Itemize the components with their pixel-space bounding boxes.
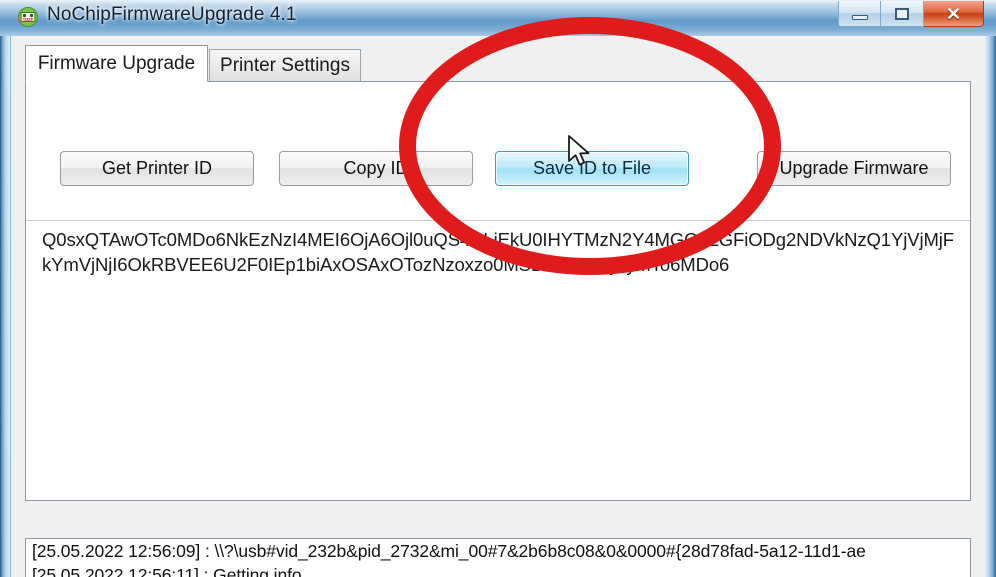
screenshot-root: NoChipFirmwareUpgrade 4.1 ✕ Firmware Upg <box>0 0 996 577</box>
maximize-button[interactable] <box>881 1 924 27</box>
close-button[interactable]: ✕ <box>924 1 984 27</box>
get-printer-id-label: Get Printer ID <box>101 158 213 178</box>
minimize-icon <box>851 14 868 20</box>
tab-printer-settings-label: Printer Settings <box>220 55 350 76</box>
printer-id-text[interactable]: Q0sxQTAwOTc0MDo6NkEzNzI4MEI6OjA6Ojl0uQS4… <box>42 227 954 277</box>
upgrade-firmware-button[interactable]: Upgrade Firmware <box>757 151 951 186</box>
upgrade-firmware-label: Upgrade Firmware <box>779 158 929 178</box>
copy-id-button[interactable]: Copy ID <box>279 151 473 186</box>
copy-id-label: Copy ID <box>343 158 409 178</box>
save-id-to-file-label: Save ID to File <box>532 158 652 178</box>
maximize-icon <box>895 7 909 20</box>
window-border-left <box>0 0 10 577</box>
tab-printer-settings[interactable]: Printer Settings <box>209 49 361 82</box>
save-id-to-file-button[interactable]: Save ID to File <box>495 151 689 186</box>
log-list[interactable]: [25.05.2022 12:56:09] : \\?\usb#vid_232b… <box>25 538 971 577</box>
client-area: Firmware Upgrade Printer Settings Get Pr… <box>10 36 984 577</box>
active-tab-mask <box>26 81 207 82</box>
minimize-button[interactable] <box>838 1 881 27</box>
tab-firmware-upgrade-label: Firmware Upgrade <box>37 52 196 74</box>
tab-strip: Firmware Upgrade Printer Settings <box>25 45 971 82</box>
window-title: NoChipFirmwareUpgrade 4.1 <box>47 4 297 25</box>
caption-button-group: ✕ <box>838 1 984 28</box>
close-icon: ✕ <box>945 3 962 24</box>
window-frame: NoChipFirmwareUpgrade 4.1 ✕ Firmware Upg <box>0 0 996 577</box>
get-printer-id-button[interactable]: Get Printer ID <box>60 151 254 186</box>
window-border-right <box>984 0 996 577</box>
title-bar[interactable]: NoChipFirmwareUpgrade 4.1 ✕ <box>0 0 996 36</box>
printer-chip-icon <box>18 7 38 27</box>
id-section-divider <box>26 220 970 221</box>
log-list-item[interactable]: [25.05.2022 12:56:09] : \\?\usb#vid_232b… <box>26 539 970 563</box>
tab-firmware-upgrade[interactable]: Firmware Upgrade <box>25 45 208 82</box>
tab-page-firmware-upgrade: Get Printer ID Copy ID Save ID to File U… <box>25 81 971 501</box>
log-list-item[interactable]: [25.05.2022 12:56:11] : Getting info... <box>26 563 970 577</box>
